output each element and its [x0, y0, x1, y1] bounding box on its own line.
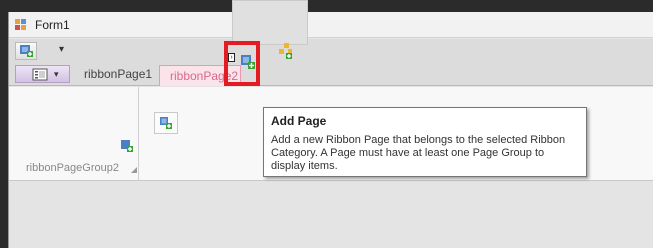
add-page-icon — [160, 117, 172, 129]
qat-add-page-button[interactable] — [15, 42, 37, 60]
quick-access-toolbar: ▾ — [9, 39, 653, 63]
application-menu-button[interactable]: ▾ — [15, 65, 70, 83]
qat-customize-dropdown[interactable]: ▾ — [59, 44, 64, 55]
title-bar: Form1 — [9, 12, 653, 38]
tooltip-add-page: Add Page Add a new Ribbon Page that belo… — [263, 107, 587, 177]
chevron-right-icon[interactable]: › — [228, 53, 235, 62]
add-category-icon[interactable] — [275, 41, 295, 61]
dialog-launcher-icon[interactable] — [131, 167, 137, 173]
form-client-area — [9, 182, 653, 248]
ribbon-tab-row: ▾ ribbonPage1 ribbonPage2 — [9, 63, 653, 86]
tab-ribbonpage1[interactable]: ribbonPage1 — [84, 67, 152, 81]
tooltip-title: Add Page — [271, 114, 327, 128]
add-group-icon[interactable] — [121, 140, 133, 152]
ribbon-page-group: ribbonPageGroup2 — [9, 87, 139, 181]
menu-icon — [32, 68, 48, 81]
app-icon — [15, 19, 26, 30]
application-menu-arrow: ▾ — [54, 69, 59, 79]
group-caption: ribbonPageGroup2 — [26, 162, 119, 174]
tooltip-body: Add a new Ribbon Page that belongs to th… — [271, 134, 566, 172]
ribbon-category-strip — [232, 0, 308, 45]
add-page-group-button[interactable] — [154, 112, 178, 134]
add-page-icon[interactable] — [240, 54, 256, 70]
add-page-icon — [20, 45, 33, 57]
window-title: Form1 — [35, 18, 70, 32]
